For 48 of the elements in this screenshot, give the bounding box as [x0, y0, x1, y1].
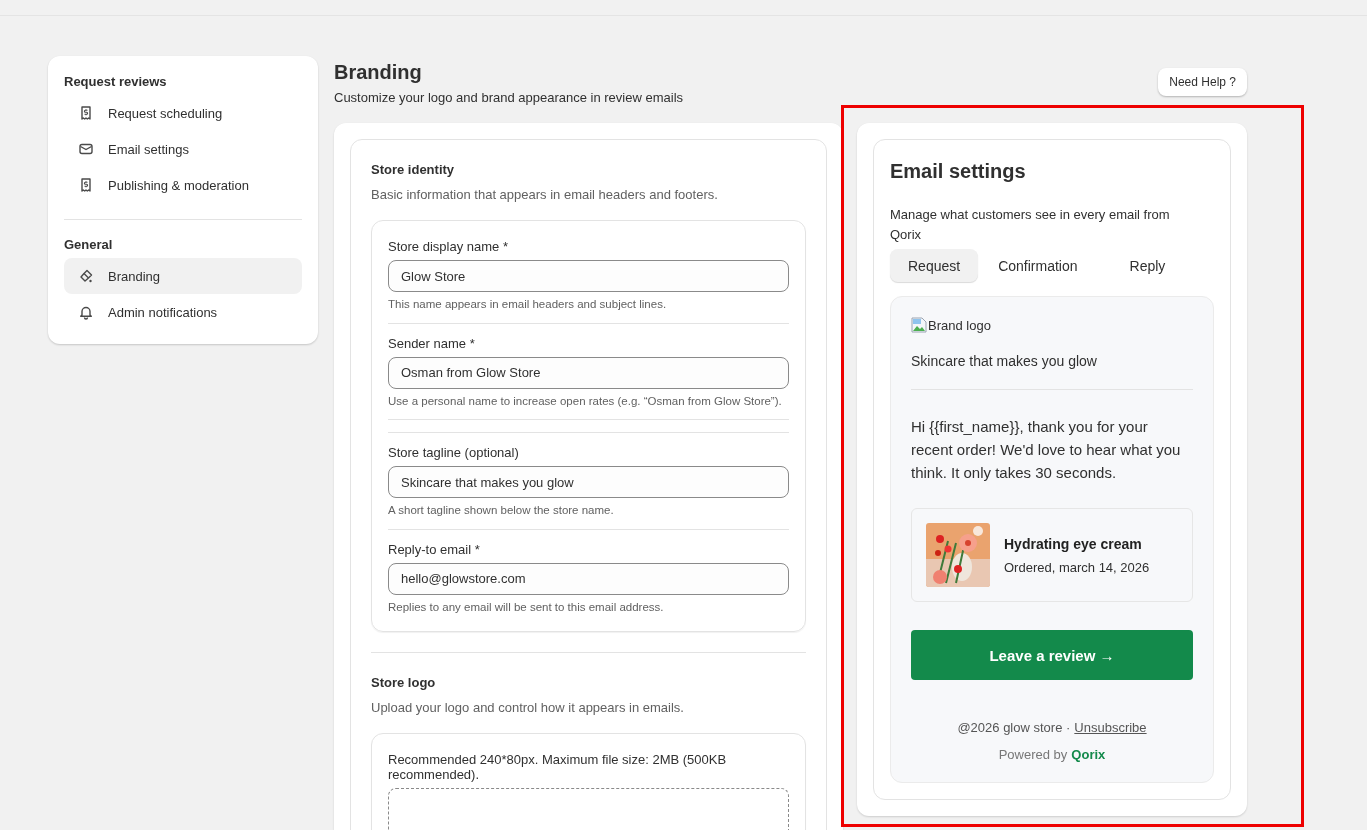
input-field[interactable]: hello@glowstore.com — [388, 562, 789, 595]
bell-icon — [78, 304, 94, 320]
help-button[interactable]: Need Help ? — [1158, 68, 1247, 96]
panel-description: Manage what customers see in every email from Qorix — [890, 206, 1171, 244]
page-title: Branding — [334, 61, 423, 84]
sidebar-item[interactable]: Publishing & moderation — [64, 167, 302, 203]
help-text: This name appears in email headers and subject lines. — [388, 297, 668, 312]
email-message: Hi {{first_name}}, thank you for your recent order! We'd love to hear what you think. It only takes 30 seconds. — [911, 417, 1182, 483]
sidebar-item[interactable]: Branding — [64, 258, 302, 294]
section-description: Basic information that appears in email headers and footers. — [371, 187, 719, 202]
receipt-icon — [78, 177, 94, 193]
field-label: Store tagline (optional) — [388, 445, 520, 461]
section-description: Upload your logo and control how it appears in emails. — [371, 700, 685, 716]
input-field[interactable]: Skincare that makes you glow — [388, 466, 789, 499]
help-text: A short tagline shown below the store name. — [388, 503, 615, 519]
panel-title: Email settings — [890, 160, 1027, 183]
unsubscribe-link[interactable]: Unsubscribe — [1074, 720, 1147, 735]
field-label: Store display name * — [388, 239, 509, 254]
input-field[interactable]: Glow Store — [388, 260, 789, 292]
email-tagline: Skincare that makes you glow — [911, 353, 1098, 369]
mail-icon — [78, 141, 94, 157]
product-name: Hydrating eye cream — [1004, 535, 1143, 552]
image-alt-text: Brand logo — [928, 317, 991, 333]
tab[interactable]: Reply — [1111, 249, 1184, 282]
leave-review-button[interactable]: Leave a review → — [911, 630, 1193, 680]
brand-name: Qorix — [1071, 747, 1106, 762]
copyright-text: @2026 glow store · — [957, 720, 1071, 735]
upload-note: Recommended 240*80px. Maximum file size: 2MB (500KB recommended). — [388, 752, 728, 783]
field-label: Reply-to email * — [388, 541, 481, 557]
section-heading: General — [64, 237, 114, 252]
broken-image-icon — [911, 317, 927, 333]
brush-icon — [78, 268, 94, 284]
sidebar-item[interactable]: Request scheduling — [64, 95, 302, 131]
help-text: Use a personal name to increase open rates (e.g. “Osman from Glow Store”). — [388, 393, 783, 409]
input-field[interactable]: Osman from Glow Store — [388, 356, 789, 389]
powered-by-text: Powered by — [998, 747, 1068, 762]
sidebar-item[interactable]: Email settings — [64, 131, 302, 167]
order-date: Ordered, march 14, 2026 — [1004, 559, 1150, 575]
section-title: Store identity — [371, 162, 456, 177]
tab[interactable]: Request — [890, 249, 979, 282]
help-text: Replies to any email will be sent to this email address. — [388, 599, 665, 615]
tab[interactable]: Confirmation — [984, 249, 1092, 282]
field-label: Sender name * — [388, 335, 476, 351]
sidebar-item[interactable]: Admin notifications — [64, 294, 302, 330]
receipt-icon — [78, 105, 94, 121]
section-heading: Request reviews — [64, 74, 168, 89]
section-title: Store logo — [371, 675, 437, 691]
page-subtitle: Customize your logo and brand appearance in review emails — [334, 90, 684, 105]
